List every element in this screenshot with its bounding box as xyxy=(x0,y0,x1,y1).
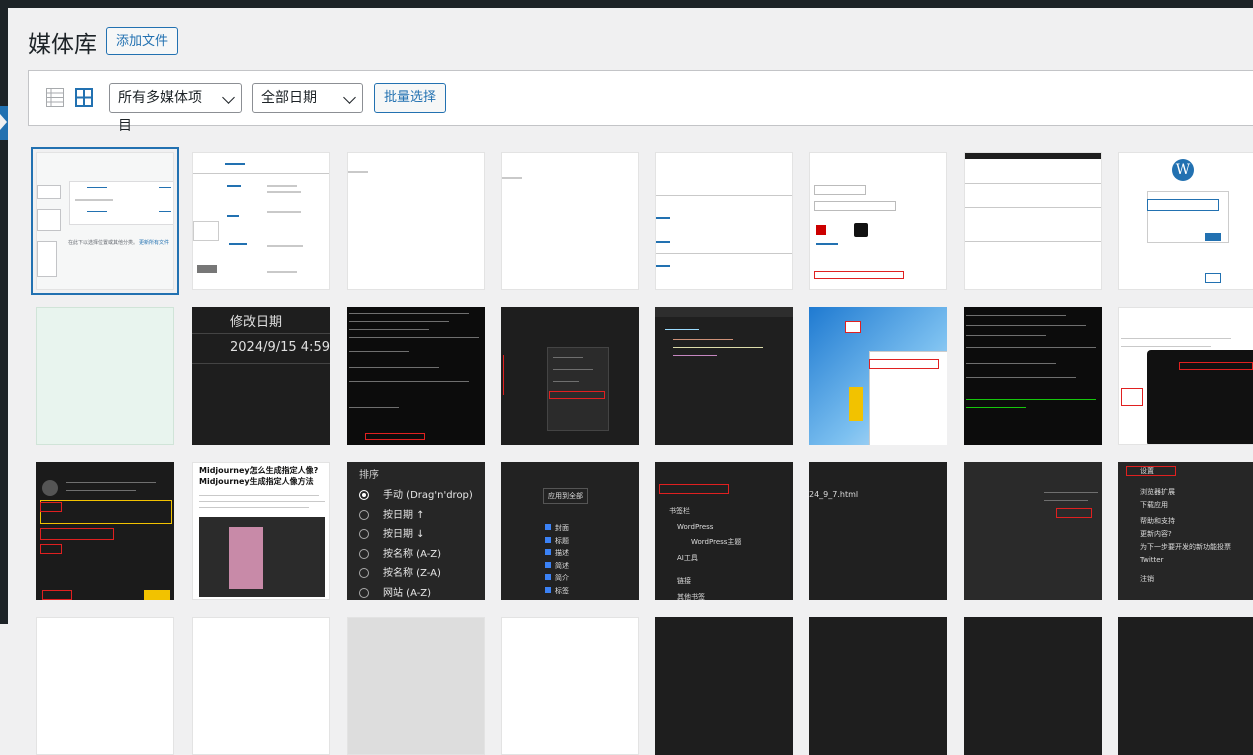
media-thumbnail[interactable] xyxy=(1118,307,1253,445)
media-thumbnail[interactable] xyxy=(36,307,174,445)
media-thumbnail[interactable] xyxy=(655,617,793,755)
media-thumbnail[interactable]: 设置 浏览器扩展 下载应用 帮助和支持 更新内容? 为下一步要开发的新功能投票 … xyxy=(1118,462,1253,600)
media-thumbnail[interactable] xyxy=(964,617,1102,755)
bookmark-item[interactable]: 其他书签 xyxy=(661,590,741,601)
media-thumbnail[interactable] xyxy=(36,462,174,600)
bookmark-item[interactable]: 链接 xyxy=(661,574,741,590)
page-title: 媒体库 xyxy=(28,32,97,58)
media-thumbnail[interactable] xyxy=(809,152,947,290)
date-filter-value: 全部日期 xyxy=(261,90,317,106)
media-thumbnail[interactable]: 书签栏 WordPress WordPress主题 AI工具 链接 其他书签 xyxy=(655,462,793,600)
list-view-icon[interactable] xyxy=(46,88,64,107)
media-thumbnail[interactable] xyxy=(501,617,639,755)
media-type-filter-value: 所有多媒体项目 xyxy=(118,90,202,134)
grid-view-icon[interactable] xyxy=(75,88,93,107)
account-menu-item[interactable]: 设置 xyxy=(1128,465,1231,478)
media-thumbnail[interactable] xyxy=(655,152,793,290)
thumbnail-link: 更新所有文件 xyxy=(139,240,170,246)
thumbnail-filename: 24_9_7.html xyxy=(809,490,859,499)
bookmark-item[interactable]: WordPress主题 xyxy=(661,535,741,551)
account-menu: 设置 浏览器扩展 下载应用 帮助和支持 更新内容? 为下一步要开发的新功能投票 … xyxy=(1128,465,1231,585)
account-menu-item[interactable]: 帮助和支持 xyxy=(1128,515,1231,528)
sort-option[interactable]: 按日期 ↑ xyxy=(383,510,425,521)
thumbnail-date: 2024/9/15 4:59 xyxy=(230,340,330,355)
account-menu-item[interactable]: 浏览器扩展 xyxy=(1128,486,1231,499)
admin-top-bar xyxy=(0,0,1253,8)
media-thumbnail[interactable] xyxy=(347,617,485,755)
media-thumbnail[interactable]: 在此下以选择位置或其他分类。 更新所有文件 xyxy=(31,147,179,295)
thumbnail-label: 修改日期 xyxy=(230,315,283,330)
media-thumbnail[interactable] xyxy=(809,307,947,445)
media-thumbnail[interactable] xyxy=(964,462,1102,600)
thumbnail-caption: 在此下以选择位置或其他分类。 xyxy=(68,240,139,246)
media-thumbnail[interactable]: 排序 手动 (Drag'n'drop) 按日期 ↑ 按日期 ↓ 按名称 (A-Z… xyxy=(347,462,485,600)
bookmark-list: 书签栏 WordPress WordPress主题 AI工具 链接 其他书签 xyxy=(661,504,741,600)
add-file-button[interactable]: 添加文件 xyxy=(106,27,179,55)
sort-option[interactable]: 手动 (Drag'n'drop) xyxy=(383,490,473,501)
media-thumbnail[interactable] xyxy=(347,152,485,290)
account-menu-item[interactable]: Twitter xyxy=(1128,554,1231,567)
checklist-item[interactable]: 标签 xyxy=(555,587,569,595)
admin-sidebar-edge xyxy=(0,8,8,624)
media-thumbnail[interactable] xyxy=(36,617,174,755)
media-thumbnail[interactable]: 24_9_7.html xyxy=(809,462,947,600)
account-menu-item[interactable]: 下载应用 xyxy=(1128,499,1231,512)
checklist-item[interactable]: 描述 xyxy=(555,549,569,557)
sort-option[interactable]: 按名称 (A-Z) xyxy=(383,549,441,560)
checklist-item[interactable]: 封面 xyxy=(555,524,569,532)
sort-option[interactable]: 按名称 (Z-A) xyxy=(383,568,441,579)
account-menu-item[interactable]: 注销 xyxy=(1128,573,1231,586)
media-thumbnail[interactable]: W xyxy=(1118,152,1253,290)
media-thumbnail[interactable] xyxy=(192,152,330,290)
sort-option[interactable]: 按日期 ↓ xyxy=(383,529,425,540)
chevron-down-icon xyxy=(222,91,235,104)
media-thumbnail[interactable] xyxy=(501,152,639,290)
checklist-item[interactable]: 简介 xyxy=(555,574,569,582)
sort-options: 手动 (Drag'n'drop) 按日期 ↑ 按日期 ↓ 按名称 (A-Z) 按… xyxy=(359,486,473,600)
media-type-filter[interactable]: 所有多媒体项目 xyxy=(109,83,242,134)
bulk-select-button[interactable]: 批量选择 xyxy=(374,83,447,113)
apply-all-button[interactable]: 应用到全部 xyxy=(543,488,588,504)
date-filter[interactable]: 全部日期 xyxy=(252,83,363,113)
thumbnail-article-title: Midjourney怎么生成指定人像?Midjourney生成指定人像方法 xyxy=(199,466,319,486)
bookmark-item[interactable]: AI工具 xyxy=(661,551,741,567)
media-thumbnail[interactable]: Midjourney怎么生成指定人像?Midjourney生成指定人像方法 xyxy=(192,462,330,600)
media-thumbnail[interactable] xyxy=(964,307,1102,445)
media-thumbnail[interactable] xyxy=(964,152,1102,290)
media-thumbnail[interactable] xyxy=(655,307,793,445)
media-toolbar: 所有多媒体项目 全部日期 批量选择 xyxy=(28,70,1253,134)
media-thumbnail[interactable]: 应用到全部 封面 标题 描述 简述 简介 标签 xyxy=(501,462,639,600)
checklist-item[interactable]: 简述 xyxy=(555,562,569,570)
media-thumbnail[interactable] xyxy=(192,617,330,755)
checklist-item[interactable]: 标题 xyxy=(555,537,569,545)
sort-option[interactable]: 网站 (A-Z) xyxy=(383,588,431,599)
wordpress-logo-icon: W xyxy=(1172,159,1194,181)
sort-menu-header: 排序 xyxy=(359,470,379,481)
media-thumbnail[interactable] xyxy=(809,617,947,755)
media-thumbnail[interactable] xyxy=(347,307,485,445)
bookmark-item[interactable]: WordPress xyxy=(661,520,741,536)
chevron-down-icon xyxy=(343,91,356,104)
media-thumbnail[interactable] xyxy=(501,307,639,445)
field-checklist: 封面 标题 描述 简述 简介 标签 xyxy=(545,522,569,597)
account-menu-item[interactable]: 更新内容? xyxy=(1128,528,1231,541)
media-thumbnail[interactable]: 修改日期 2024/9/15 4:59 xyxy=(192,307,330,445)
media-thumbnail[interactable] xyxy=(1118,617,1253,755)
bookmark-item[interactable]: 书签栏 xyxy=(661,504,741,520)
active-menu-arrow xyxy=(0,114,7,130)
account-menu-item[interactable]: 为下一步要开发的新功能投票 xyxy=(1128,541,1231,554)
